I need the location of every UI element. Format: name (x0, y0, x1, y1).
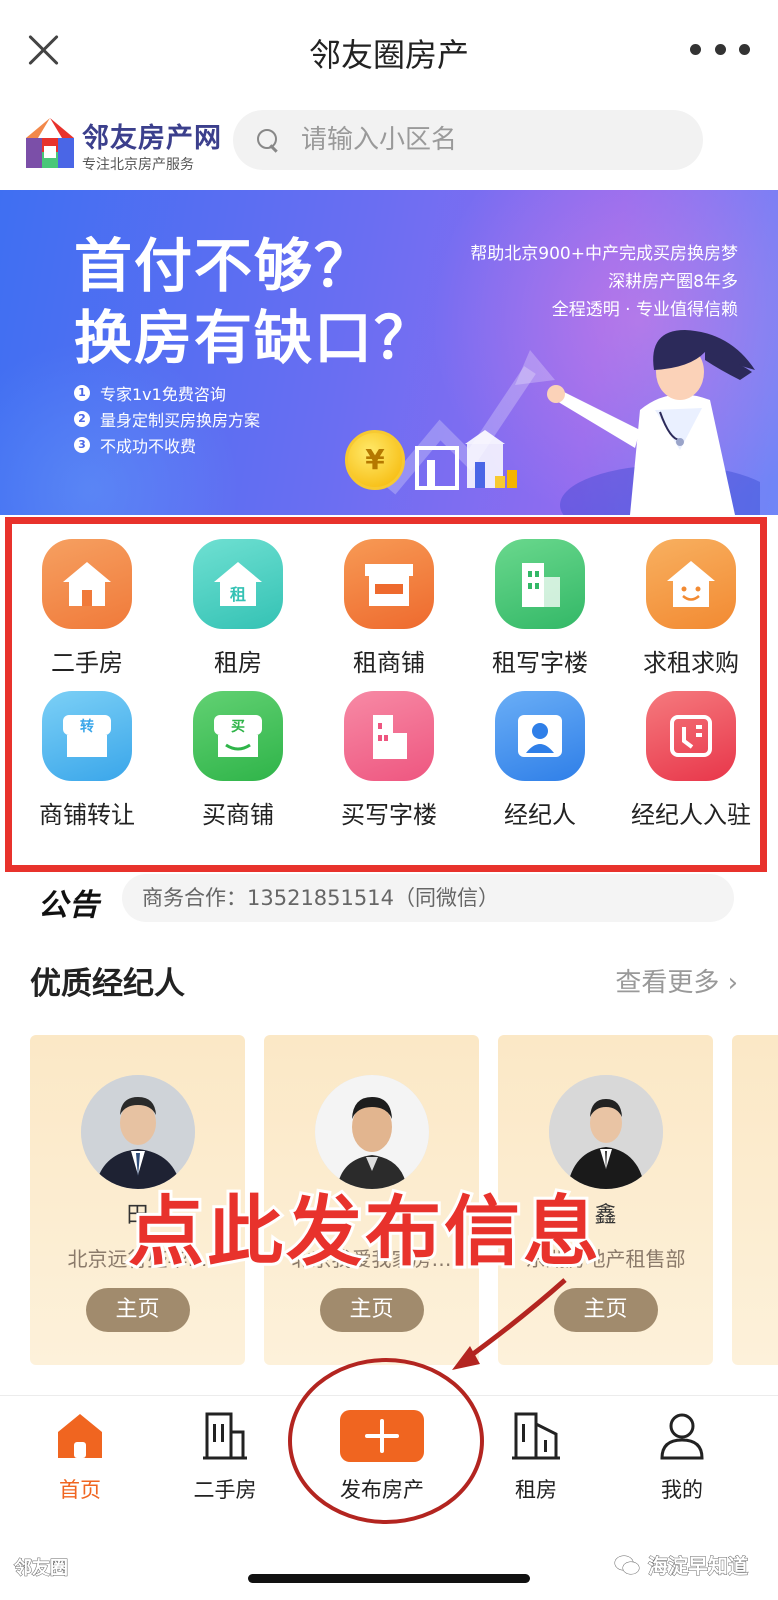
logo-subtitle: 专注北京房产服务 (82, 157, 194, 173)
feature-rent-shop[interactable]: 租商铺 (314, 527, 464, 677)
wechat-icon (614, 1555, 640, 1574)
house-illustration (415, 430, 517, 490)
buy-shop-icon: 买 (193, 691, 283, 781)
svg-text:转: 转 (80, 718, 94, 735)
banner-points: 1 专家1v1免费咨询 2 量身定制买房换房方案 3 不成功不收费 (74, 380, 260, 458)
annotation-text: 点此发布信息 (125, 1184, 602, 1279)
agent-home-button[interactable]: 主页 (85, 1288, 190, 1332)
agent-icon (495, 691, 585, 781)
banner-headline-2: 换房有缺口？ (74, 304, 435, 372)
banner-point: 1 专家1v1免费咨询 (74, 380, 260, 406)
banner-headline: 首付不够？ 换房有缺口？ (74, 230, 434, 374)
annotation-arrow-icon (452, 1278, 567, 1370)
transfer-shop-icon: 转 (42, 691, 132, 781)
feature-agent[interactable]: 经纪人 (465, 679, 615, 829)
banner-tagline-1: 帮助北京900+中产完成买房换房梦 (470, 244, 738, 264)
feature-second-hand[interactable]: 二手房 (12, 527, 162, 677)
feature-label: 经纪人 (504, 801, 576, 829)
nav-label: 首页 (59, 1478, 101, 1502)
coin-icon: ¥ (345, 430, 405, 490)
search-icon (255, 127, 281, 153)
see-more-link[interactable]: 查看更多 › (615, 962, 738, 999)
nav-mine[interactable]: 我的 (617, 1396, 747, 1531)
feature-label: 租房 (214, 649, 262, 677)
agent-join-icon (646, 691, 736, 781)
feature-row-2: 转 商铺转让 买 买商铺 买写字楼 经纪人 经纪人入驻 (12, 679, 767, 829)
feature-shop-transfer[interactable]: 转 商铺转让 (12, 679, 162, 829)
building-icon (203, 1412, 247, 1460)
feature-row-1: 二手房 租 租房 租商铺 租写字楼 求租求购 (12, 527, 767, 677)
feature-label: 买商铺 (202, 801, 274, 829)
publish-highlight-circle (288, 1358, 484, 1524)
nav-home[interactable]: 首页 (15, 1396, 145, 1531)
nav-label: 我的 (661, 1478, 703, 1502)
watermark-left: 邻友圈 (14, 1558, 69, 1580)
feature-label: 商铺转让 (39, 801, 135, 829)
header: 邻友房产网 专注北京房产服务 (0, 100, 778, 190)
notice-bar[interactable]: 公告 商务合作：13521851514（同微信） (0, 872, 778, 930)
feature-buy-office[interactable]: 买写字楼 (314, 679, 464, 829)
banner-point: 3 不成功不收费 (74, 432, 260, 458)
buy-office-icon (344, 691, 434, 781)
banner-headline-1: 首付不够？ (74, 232, 375, 300)
notice-tag: 公告 (38, 888, 100, 923)
footer: 邻友圈 海淀早知道 (0, 1530, 778, 1600)
watermark-right: 海淀早知道 (614, 1550, 749, 1579)
notice-text: 商务合作：13521851514（同微信） (122, 874, 734, 922)
feature-label: 租商铺 (353, 649, 425, 677)
svg-text:买: 买 (231, 719, 245, 735)
logo-name: 邻友房产网 (82, 123, 222, 154)
more-options-icon[interactable] (690, 44, 750, 58)
rent-building-icon (512, 1412, 560, 1460)
logo: 邻友房产网 专注北京房产服务 (24, 112, 224, 178)
feature-agent-join[interactable]: 经纪人入驻 (616, 679, 766, 829)
banner-point: 2 量身定制买房换房方案 (74, 406, 260, 432)
page: 邻友圈房产 邻友房产网 专注北京房产服务 请输入小区名 首付不够？ 换房有缺口？… (0, 0, 778, 1600)
nav-label: 二手房 (193, 1478, 257, 1502)
search-input[interactable] (301, 125, 661, 155)
feature-rent-office[interactable]: 租写字楼 (465, 527, 615, 677)
feature-label: 买写字楼 (341, 801, 437, 829)
watermark-right-text: 海淀早知道 (648, 1554, 749, 1579)
feature-label: 经纪人入驻 (631, 801, 751, 829)
user-icon (660, 1413, 704, 1460)
home-icon (58, 1414, 102, 1458)
page-title: 邻友圈房产 (308, 36, 469, 74)
smile-house-icon (646, 539, 736, 629)
top-bar: 邻友圈房产 (0, 0, 778, 100)
logo-house-icon (26, 118, 74, 168)
nav-second-hand[interactable]: 二手房 (160, 1396, 290, 1531)
home-indicator (248, 1574, 530, 1583)
consultant-illustration (547, 330, 760, 515)
rent-house-icon: 租 (193, 539, 283, 629)
shop-icon (344, 539, 434, 629)
feature-rent[interactable]: 租 租房 (163, 527, 313, 677)
house-icon (42, 539, 132, 629)
promo-banner[interactable]: 首付不够？ 换房有缺口？ 1 专家1v1免费咨询 2 量身定制买房换房方案 3 不成功… (0, 190, 778, 515)
agent-card-partial[interactable] (732, 1035, 778, 1365)
feature-label: 租写字楼 (492, 649, 588, 677)
agent-home-button[interactable]: 主页 (319, 1288, 424, 1332)
svg-text:租: 租 (230, 585, 246, 604)
office-building-icon (495, 539, 585, 629)
feature-label: 求租求购 (643, 649, 739, 677)
nav-rent[interactable]: 租房 (471, 1396, 601, 1531)
feature-wanted[interactable]: 求租求购 (616, 527, 766, 677)
nav-label: 租房 (515, 1478, 557, 1502)
section-title: 优质经纪人 (30, 966, 185, 1002)
feature-label: 二手房 (51, 649, 123, 677)
search-bar[interactable] (233, 110, 703, 170)
feature-buy-shop[interactable]: 买 买商铺 (163, 679, 313, 829)
